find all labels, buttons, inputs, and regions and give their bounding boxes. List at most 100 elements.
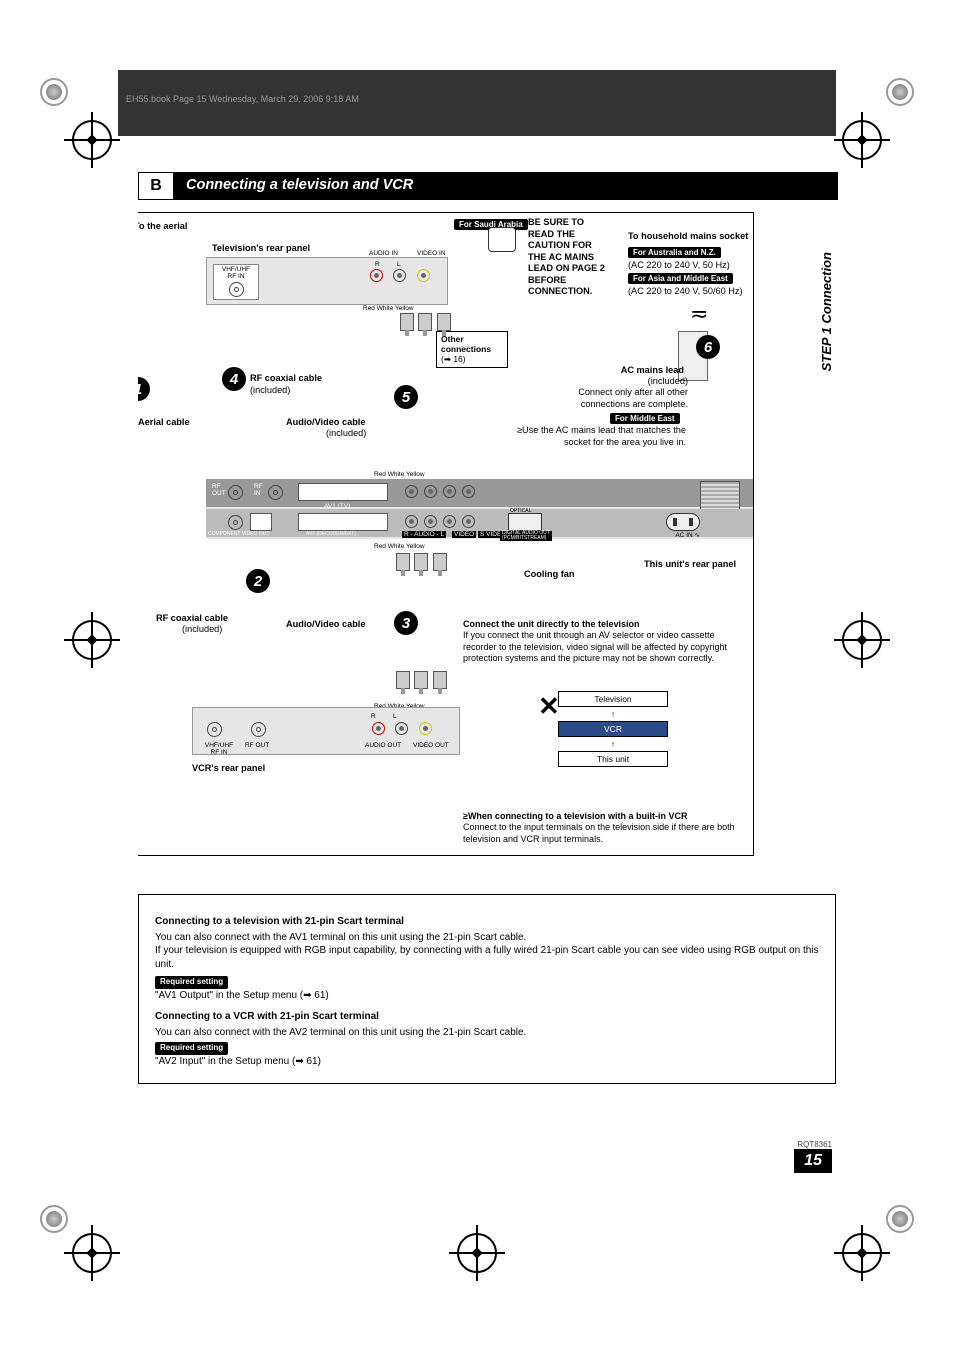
step-1: 1 bbox=[138, 377, 150, 401]
label-ac-mains: AC mains lead bbox=[600, 365, 684, 377]
stack-tv: Television bbox=[558, 691, 668, 707]
note-h2: Connecting to a VCR with 21-pin Scart te… bbox=[155, 1010, 819, 1024]
badge-asia-me: For Asia and Middle East bbox=[628, 273, 733, 284]
crosshair-tl bbox=[72, 120, 112, 160]
label-rwy-3: Red White Yellow bbox=[374, 543, 425, 551]
note-req1: "AV1 Output" in the Setup menu (➡ 61) bbox=[155, 989, 819, 1003]
coax-icon bbox=[268, 485, 283, 500]
hand-icon bbox=[488, 227, 516, 252]
label-optical: OPTICAL bbox=[510, 508, 531, 514]
label-vhf-uhf: VHF/UHF RF IN bbox=[214, 265, 258, 281]
rca-red-icon bbox=[370, 269, 383, 282]
label-vcr-rear: VCR's rear panel bbox=[192, 763, 265, 775]
label-component: COMPONENT VIDEO OUT bbox=[208, 531, 269, 537]
label-r: R bbox=[375, 261, 380, 268]
stack-unit: This unit bbox=[558, 751, 668, 767]
label-l2: L bbox=[393, 713, 397, 720]
note-p2: If your television is equipped with RGB … bbox=[155, 944, 819, 971]
rca-icon bbox=[443, 515, 456, 528]
label-to-mains: To household mains socket bbox=[628, 231, 754, 243]
rca-row bbox=[402, 485, 478, 503]
line bbox=[138, 414, 139, 580]
crosshair-bl bbox=[72, 1233, 112, 1273]
label-av-cable-1: Audio/Video cable bbox=[286, 417, 365, 429]
label-video: VIDEO bbox=[452, 531, 476, 538]
crosshair-mr bbox=[842, 620, 882, 660]
plug-icon bbox=[433, 553, 447, 571]
label-av2: AV2 (DECODER/EXT) bbox=[306, 531, 356, 537]
rca-icon bbox=[405, 485, 418, 498]
label-l: L bbox=[397, 261, 401, 268]
rca-red-icon bbox=[372, 722, 385, 735]
section-letter: B bbox=[138, 172, 174, 200]
badge-req-1: Required setting bbox=[155, 976, 228, 989]
label-av-cable-2: Audio/Video cable bbox=[286, 619, 365, 631]
rca-icon bbox=[405, 515, 418, 528]
label-other-conn: Other connections bbox=[441, 334, 491, 354]
page-number: 15 bbox=[794, 1149, 832, 1173]
unit-panel-bottom: COMPONENT VIDEO OUT AV2 (DECODER/EXT) R … bbox=[206, 509, 754, 537]
ac-symbol-icon: ≂ bbox=[690, 301, 708, 327]
stack-vcr: VCR bbox=[558, 721, 668, 737]
crosshair-tr bbox=[842, 120, 882, 160]
reg-mark-br bbox=[886, 1205, 914, 1233]
rca-yellow-icon bbox=[419, 722, 432, 735]
label-to-aerial: To the aerial bbox=[138, 221, 187, 233]
note-req2: "AV2 Input" in the Setup menu (➡ 61) bbox=[155, 1055, 819, 1069]
scart-note-box: Connecting to a television with 21-pin S… bbox=[138, 894, 836, 1084]
header-strip: EH55.book Page 15 Wednesday, March 29, 2… bbox=[118, 70, 836, 136]
plug-icon bbox=[418, 313, 432, 331]
step-6: 6 bbox=[696, 335, 720, 359]
plug-icon bbox=[414, 553, 428, 571]
builtin-note: ≥When connecting to a television with a … bbox=[463, 811, 745, 845]
badge-req-2: Required setting bbox=[155, 1042, 228, 1055]
optical-icon bbox=[508, 513, 542, 531]
plug-icon bbox=[396, 553, 410, 571]
label-video-out: VIDEO OUT bbox=[413, 742, 449, 749]
label-r2: R bbox=[371, 713, 376, 720]
step-2: 2 bbox=[246, 569, 270, 593]
plug-row-3 bbox=[396, 671, 447, 694]
header-strip-text: EH55.book Page 15 Wednesday, March 29, 2… bbox=[126, 94, 359, 104]
stack-diagram: Television ↑ VCR ↑ This unit bbox=[558, 691, 668, 767]
note-p1: You can also connect with the AV1 termin… bbox=[155, 931, 819, 945]
plug-row-2 bbox=[396, 553, 447, 576]
label-rf-coax-1: RF coaxial cable bbox=[250, 373, 322, 385]
line bbox=[138, 850, 139, 856]
rca-icon bbox=[424, 485, 437, 498]
coax-icon bbox=[228, 515, 243, 530]
line bbox=[138, 243, 162, 244]
reg-mark-tr bbox=[886, 78, 914, 106]
rca-icon bbox=[424, 515, 437, 528]
step-4: 4 bbox=[222, 367, 246, 391]
rca-group bbox=[367, 269, 433, 287]
label-included-2: (included) bbox=[326, 428, 366, 440]
label-cooling-fan: Cooling fan bbox=[524, 569, 575, 581]
plug-icon bbox=[433, 671, 447, 689]
connection-diagram: To the aerial Television's rear panel VH… bbox=[138, 212, 754, 856]
label-rwy-1: Red White Yellow bbox=[363, 305, 414, 313]
component-block-icon bbox=[250, 513, 272, 531]
builtin-title: ≥When connecting to a television with a … bbox=[463, 811, 687, 821]
plug-icon bbox=[437, 313, 451, 331]
line bbox=[138, 720, 139, 850]
port-vhf-uhf: VHF/UHF RF IN bbox=[213, 264, 259, 300]
ac-in-icon bbox=[666, 513, 700, 531]
badge-me: For Middle East bbox=[610, 413, 680, 424]
unit-rear-panel: RF OUT RF IN AV1 (TV) COMPONENT VIDEO OU… bbox=[206, 479, 754, 539]
badge-aus-nz: For Australia and N.Z. bbox=[628, 247, 721, 258]
rca-icon bbox=[462, 485, 475, 498]
label-audio-out: AUDIO OUT bbox=[365, 742, 401, 749]
page: EH55.book Page 15 Wednesday, March 29, 2… bbox=[0, 0, 954, 1351]
label-ac-note1: Connect only after all other connections… bbox=[554, 387, 688, 410]
scart-av1-icon bbox=[298, 483, 388, 501]
label-rf-coax-2: RF coaxial cable bbox=[156, 613, 228, 625]
model-code: RQT8361 bbox=[788, 1140, 832, 1149]
rca-yellow-icon bbox=[417, 269, 430, 282]
label-r-audio-l: R - AUDIO - L bbox=[402, 531, 446, 538]
note-p3: You can also connect with the AV2 termin… bbox=[155, 1026, 819, 1040]
connect-direct-box: Connect the unit directly to the televis… bbox=[463, 619, 745, 664]
plug-icon bbox=[400, 313, 414, 331]
label-unit-rear: This unit's rear panel bbox=[644, 559, 736, 571]
scart-av2-icon bbox=[298, 513, 388, 531]
